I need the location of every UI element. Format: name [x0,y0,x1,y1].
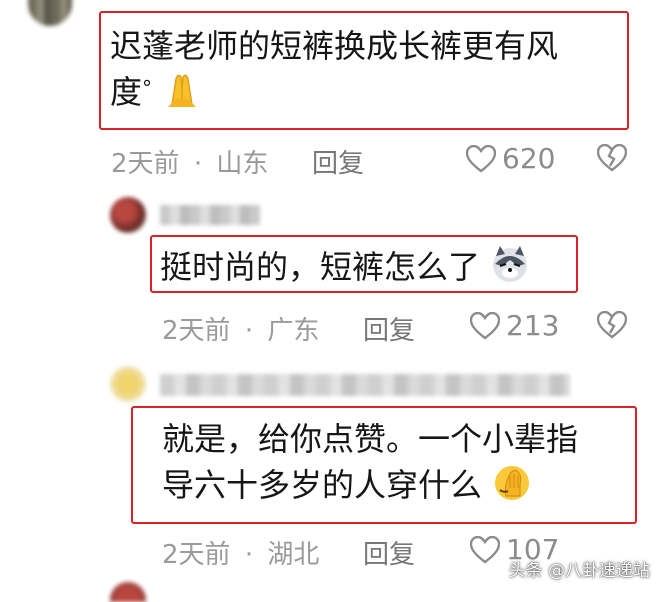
comment-text: 就是，给你点赞。一个小辈指 导六十多岁的人穿什么 [162,416,632,509]
comment-text-line: 导六十多岁的人穿什么 [162,462,632,508]
like-count: 620 [502,142,556,175]
like-button[interactable]: 213 [470,309,559,342]
comment-text-line: 就是，给你点赞。一个小辈指 [162,420,579,458]
comment-time: 2天前 [111,149,180,179]
like-button[interactable]: 620 [466,142,555,175]
comment-time: 2天前 [162,316,231,346]
comment-text-line-2: 导六十多岁的人穿什么 [162,466,483,505]
meta-separator: · [193,149,203,179]
folded-hands-emoji-icon [168,75,197,108]
username-blurred [160,205,260,225]
comment-text-line: 迟蓬老师的短裤换成长裤更有风 [110,27,559,65]
watermark: 头条 @八卦速递站 [508,561,650,581]
heart-icon [466,144,496,173]
husky-emoji-icon [493,246,528,282]
comment-location: 山东 [216,149,269,179]
comment-text-line: 挺时尚的，短裤怎么了 [160,248,481,286]
meta-separator: · [244,316,254,346]
heart-icon [470,535,500,564]
username-blurred [160,374,570,396]
comment-text: 迟蓬老师的短裤换成长裤更有风 度° [110,23,620,116]
comment-location: 湖北 [267,540,320,570]
avatar[interactable] [110,582,146,602]
broken-heart-icon [597,311,627,339]
like-count: 213 [506,309,560,342]
reply-button[interactable]: 回复 [363,310,415,347]
comment-meta: 2天前 · 湖北 [162,534,319,571]
dislike-button[interactable] [597,311,627,339]
comment-text-line-2: 度 [110,73,143,112]
avatar[interactable] [110,366,146,402]
reply-button[interactable]: 回复 [363,534,415,571]
reply-button[interactable]: 回复 [312,143,364,180]
heart-icon [470,311,500,340]
comment-meta: 2天前 · 山东 [111,143,268,180]
comment-text: 挺时尚的，短裤怎么了 [160,244,570,290]
facepalm-emoji-icon [495,466,530,501]
comment-meta: 2天前 · 广东 [162,310,319,347]
dislike-button[interactable] [597,144,627,172]
degree-mark: ° [142,76,153,101]
broken-heart-icon [597,144,627,172]
meta-separator: · [244,540,254,570]
comment-text-line: 度° [110,69,620,115]
comment-time: 2天前 [162,540,231,570]
avatar[interactable] [28,0,72,26]
comment-location: 广东 [267,316,320,346]
avatar[interactable] [110,197,146,233]
